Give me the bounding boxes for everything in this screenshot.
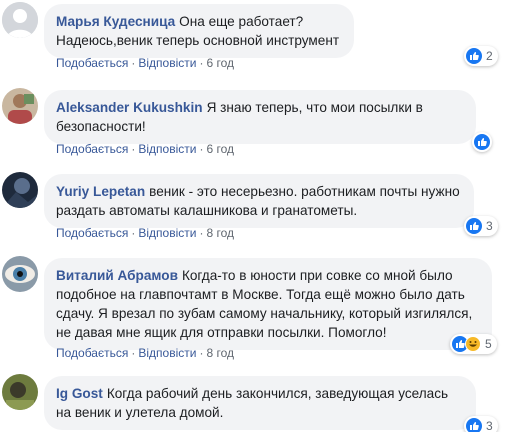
comment-author[interactable]: Виталий Абрамов bbox=[56, 268, 178, 283]
reaction-count: 2 bbox=[486, 49, 493, 63]
comment-author[interactable]: Ig Gost bbox=[56, 386, 103, 401]
comment-author[interactable]: Yuriy Lepetan bbox=[56, 184, 145, 199]
comment-time[interactable]: 6 год bbox=[206, 142, 234, 156]
comment-time[interactable]: 8 год bbox=[206, 226, 234, 240]
user-silhouette-icon bbox=[2, 2, 38, 38]
like-reaction-icon bbox=[466, 218, 482, 234]
reactions-badge[interactable]: 2 bbox=[464, 46, 498, 66]
like-reaction-icon bbox=[466, 48, 482, 64]
reply-link[interactable]: Відповісти bbox=[138, 346, 196, 360]
comment-actions: Подобається · Відповісти · 8 год bbox=[56, 346, 234, 360]
comment-bubble: Виталий Абрамов Когда-то в юности при сов… bbox=[44, 258, 492, 350]
reaction-count: 5 bbox=[485, 337, 492, 351]
avatar[interactable] bbox=[2, 2, 38, 38]
comment-actions: Подобається · Відповісти · 6 год bbox=[56, 142, 234, 156]
like-link[interactable]: Подобається bbox=[56, 56, 128, 70]
reply-link[interactable]: Відповісти bbox=[138, 56, 196, 70]
comment-bubble: Yuriy Lepetan веник - это несерьезно. раб… bbox=[44, 174, 474, 228]
like-reaction-icon bbox=[474, 134, 490, 150]
reactions-badge[interactable]: 3 bbox=[464, 416, 498, 432]
reply-link[interactable]: Відповісти bbox=[138, 226, 196, 240]
like-link[interactable]: Подобається bbox=[56, 346, 128, 360]
avatar[interactable] bbox=[2, 88, 38, 124]
like-link[interactable]: Подобається bbox=[56, 226, 128, 240]
reaction-count: 3 bbox=[486, 419, 493, 432]
user-photo-icon bbox=[2, 374, 38, 410]
reply-link[interactable]: Відповісти bbox=[138, 142, 196, 156]
comment-bubble: Aleksander Kukushkin Я знаю теперь, что м… bbox=[44, 90, 476, 144]
reactions-badge[interactable] bbox=[472, 132, 492, 152]
reaction-count: 3 bbox=[486, 219, 493, 233]
comment-actions: Подобається · Відповісти · 8 год bbox=[56, 226, 234, 240]
comment-author[interactable]: Марья Кудесница bbox=[56, 14, 175, 29]
comment-bubble: Марья Кудесница Она еще работает?Надеюсь,… bbox=[44, 4, 354, 58]
comment-author[interactable]: Aleksander Kukushkin bbox=[56, 100, 203, 115]
comment-actions: Подобається · Відповісти · 6 год bbox=[56, 56, 234, 70]
eye-photo-icon bbox=[2, 256, 38, 292]
comment-bubble: Ig Gost Когда рабочий день закончился, за… bbox=[44, 376, 476, 430]
avatar[interactable] bbox=[2, 374, 38, 410]
comment-time[interactable]: 8 год bbox=[206, 346, 234, 360]
user-photo-icon bbox=[2, 88, 38, 124]
user-photo-icon bbox=[2, 172, 38, 208]
avatar[interactable] bbox=[2, 172, 38, 208]
comment-time[interactable]: 6 год bbox=[206, 56, 234, 70]
like-link[interactable]: Подобається bbox=[56, 142, 128, 156]
avatar[interactable] bbox=[2, 256, 38, 292]
comment-text: Когда рабочий день закончился, заведующа… bbox=[56, 386, 449, 420]
like-reaction-icon bbox=[466, 418, 482, 432]
reactions-badge[interactable]: 3 bbox=[464, 216, 498, 236]
reactions-badge[interactable]: 5 bbox=[450, 334, 497, 354]
haha-reaction-icon bbox=[465, 336, 481, 352]
